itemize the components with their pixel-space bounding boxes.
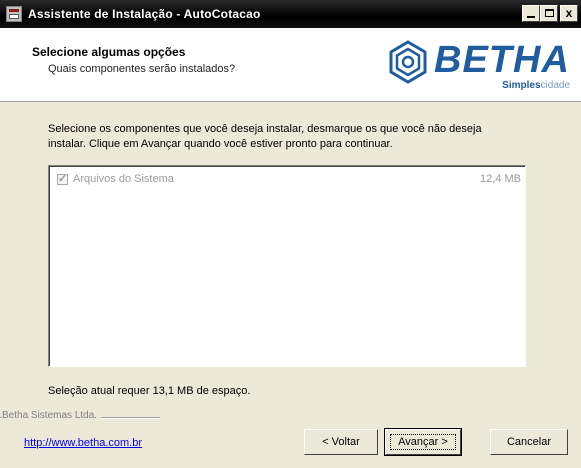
component-size: 12,4 MB (480, 173, 521, 185)
footer-separator: Betha Sistemas Ltda. (0, 410, 581, 422)
close-icon: x (565, 6, 573, 20)
next-button[interactable]: Avançar > (384, 428, 462, 456)
logo-tag-light: cidade (540, 80, 570, 91)
back-button[interactable]: < Voltar (304, 429, 378, 455)
betha-logo: BETHA Simplescidade (382, 36, 574, 96)
installer-app-icon (6, 6, 22, 22)
cancel-button[interactable]: Cancelar (490, 429, 568, 455)
focus-rectangle (390, 434, 456, 450)
footer-brand-text: Betha Sistemas Ltda. (2, 410, 102, 421)
window-title: Assistente de Instalação - AutoCotacao (28, 7, 261, 21)
betha-website-link[interactable]: http://www.betha.com.br (24, 437, 142, 449)
logo-tagline: Simplescidade (502, 80, 570, 91)
logo-brand-text: BETHA (434, 39, 570, 81)
component-label: Arquivos do Sistema (73, 173, 174, 185)
page-title: Selecione algumas opções (32, 45, 186, 59)
title-bar[interactable]: Assistente de Instalação - AutoCotacao x (0, 0, 581, 28)
minimize-icon (527, 16, 535, 18)
installer-window: Assistente de Instalação - AutoCotacao x… (0, 0, 581, 468)
page-subtitle: Quais componentes serão instalados? (48, 63, 236, 75)
list-item[interactable]: Arquivos do Sistema 12,4 MB (55, 172, 521, 188)
minimize-button[interactable] (522, 5, 540, 22)
close-button[interactable]: x (560, 5, 578, 22)
logo-tag-bold: Simples (502, 80, 541, 91)
maximize-button[interactable] (540, 5, 558, 22)
components-list[interactable]: Arquivos do Sistema 12,4 MB (48, 165, 526, 367)
betha-logo-mark-icon (389, 40, 427, 84)
instructions-text: Selecione os componentes que você deseja… (48, 123, 482, 150)
component-checkbox[interactable] (57, 172, 68, 185)
wizard-header: Selecione algumas opções Quais component… (0, 28, 581, 102)
maximize-icon (544, 9, 554, 17)
space-required-text: Seleção atual requer 13,1 MB de espaço. (48, 385, 251, 397)
